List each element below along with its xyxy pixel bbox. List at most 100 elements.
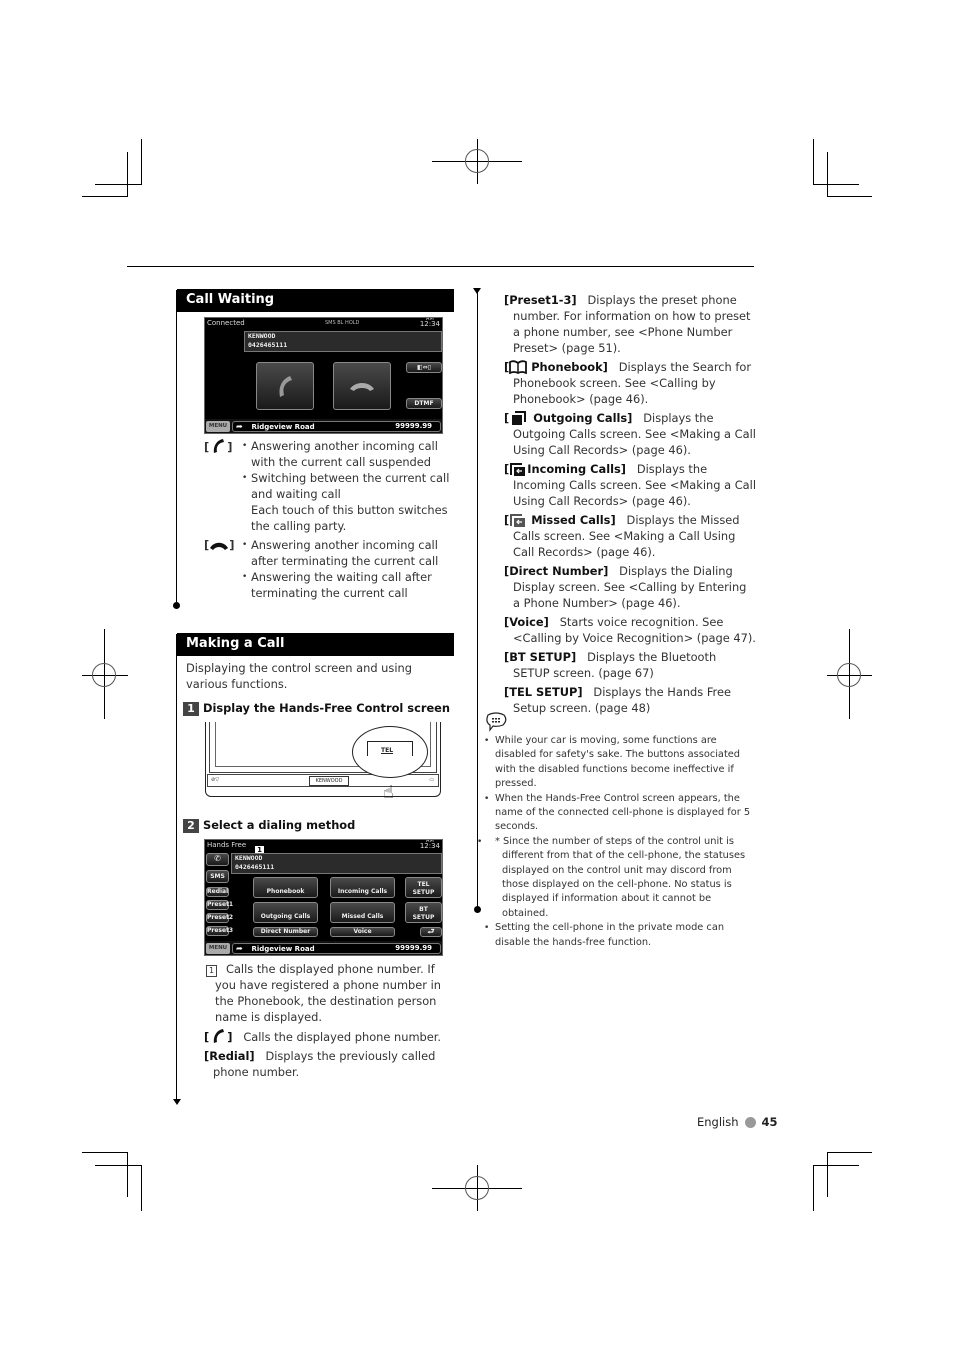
switch-audio-icon: ◧⇔▯ [417,364,431,371]
description-item: [Redial] Displays the previously called … [204,1048,452,1080]
answer-call-button[interactable] [256,362,314,410]
bullet: Switching between the current call and w… [242,470,459,534]
registration-mark [465,149,489,173]
caller-name: KENWOOD [248,332,276,340]
description-key: [TEL SETUP] [504,685,583,699]
clock: AM 12:34 [420,840,440,850]
description-key: [ Outgoing Calls] [504,411,633,425]
callout-number: 1 [206,965,217,977]
footer-dot [744,1116,756,1128]
page-number: 45 [761,1115,778,1129]
preset1-button[interactable]: Preset1 [206,900,233,910]
note-item: * Since the number of steps of the contr… [481,835,756,921]
crop-mark [82,196,128,197]
bullet-list: Answering another incoming call with the… [242,438,459,534]
key-text: Outgoing Calls] [533,411,633,425]
incoming-calls-button[interactable]: Incoming Calls [330,877,395,898]
distance: 99999.99 [395,944,432,952]
column-flow-line [176,290,177,605]
turn-arrow-icon: ➦ [236,944,243,953]
crop-mark [813,139,814,185]
flow-arrow-icon [173,1099,181,1105]
hangup-call-button[interactable] [333,362,391,410]
description-item: [Direct Number] Displays the Dialing Dis… [504,563,756,611]
call-button[interactable]: ✆ [206,853,229,866]
nav-bar: MENU ➦ Ridgeview Road 99999.99 [205,941,442,955]
phonebook-button[interactable]: Phonebook [253,877,318,898]
description-key: [ Missed Calls] [504,513,616,527]
dtmf-button[interactable]: DTMF [406,398,442,409]
call-waiting-descriptions: [] Answering another incoming call with … [204,438,459,601]
preset2-button[interactable]: Preset2 [206,913,233,923]
description-key: [Incoming Calls] [504,462,626,476]
caller-info-panel: KENWOOD 0426465111 [231,853,442,874]
description-text: Calls the displayed phone number. If you… [215,962,441,1024]
note-item: While your car is moving, some functions… [481,734,756,792]
note-icon [484,712,508,736]
caller-number: 0426465111 [235,863,275,871]
description-item: [Preset1-3] Displays the preset phone nu… [504,292,756,356]
tel-callout-bubble: TEL [352,726,428,778]
description-text: Calls the displayed phone number. [243,1030,442,1044]
switch-audio-button[interactable]: ◧⇔▯ [406,362,442,373]
crop-mark [813,1165,859,1166]
menu-button[interactable]: MENU [206,943,230,954]
note-item: When the Hands-Free Control screen appea… [481,792,756,835]
description-key: [BT SETUP] [504,650,577,664]
right-column-descriptions: [Preset1-3] Displays the preset phone nu… [504,292,756,719]
missed-calls-icon [510,514,526,527]
description-key: [ Phonebook] [504,360,608,374]
crop-mark [141,1165,142,1211]
menu-button[interactable]: MENU [206,421,230,432]
preset3-button[interactable]: Preset3 [206,926,233,936]
phone-hangup-icon [350,383,374,391]
column-flow-line [477,292,478,910]
incoming-calls-icon [510,463,526,476]
page-footer: English 45 [697,1115,778,1129]
bullet: Answering another incoming call after te… [242,537,459,569]
return-icon: ⮐ [427,927,435,936]
tel-setup-button[interactable]: TEL SETUP [405,877,442,898]
bt-setup-button[interactable]: BT SETUP [405,902,442,923]
header-rule [127,266,754,267]
voice-button[interactable]: Voice [330,927,395,937]
crop-mark [813,184,859,185]
caller-name: KENWOOD [235,854,263,862]
description-item: [ Phonebook] Displays the Search for Pho… [504,359,756,407]
missed-calls-button[interactable]: Missed Calls [330,902,395,923]
step-2: 2 Select a dialing method [183,818,355,833]
crop-mark [127,152,128,197]
description-item: [Voice] Starts voice recognition. See <C… [504,614,756,646]
status-label: Hands Free [207,841,247,849]
turn-arrow-icon: ➦ [236,422,243,431]
phonebook-icon [509,360,528,374]
clock-time: 12:34 [419,320,440,328]
key-text: Incoming Calls] [527,462,626,476]
window-icon: ▭ [429,777,434,783]
head-unit-illustration: ⊘▽ KENWOOD ▭ TEL ☝ [205,722,441,803]
description-item: [TEL SETUP] Displays the Hands Free Setu… [504,684,756,716]
crop-mark [95,1165,141,1166]
clock: AM 12:34 [419,318,440,328]
description-key: [] [204,439,233,454]
tel-label: TEL [381,747,394,754]
bullet: Answering the waiting call after termina… [242,569,459,601]
crop-mark [141,139,142,185]
status-icons: SMS BL HOLD [325,320,360,326]
direct-number-button[interactable]: Direct Number [253,927,318,937]
description-key: [Direct Number] [504,564,609,578]
outgoing-calls-icon [512,411,527,425]
redial-button[interactable]: Redial [206,887,229,897]
footer-language: English [697,1115,739,1129]
phone-answer-icon [214,439,225,453]
outgoing-calls-button[interactable]: Outgoing Calls [253,902,318,923]
description-key: [] [204,538,235,552]
sms-button[interactable]: SMS [206,870,229,883]
phone-answer-icon: ✆ [214,854,221,863]
caller-info-panel: KENWOOD 0426465111 [244,331,442,352]
back-button[interactable]: ⮐ [420,927,442,937]
crop-mark [827,152,828,197]
step-label: Display the Hands-Free Control screen [203,701,451,715]
flow-end-dot [173,602,180,609]
description-item: [] Answering another incoming call with … [204,438,459,534]
